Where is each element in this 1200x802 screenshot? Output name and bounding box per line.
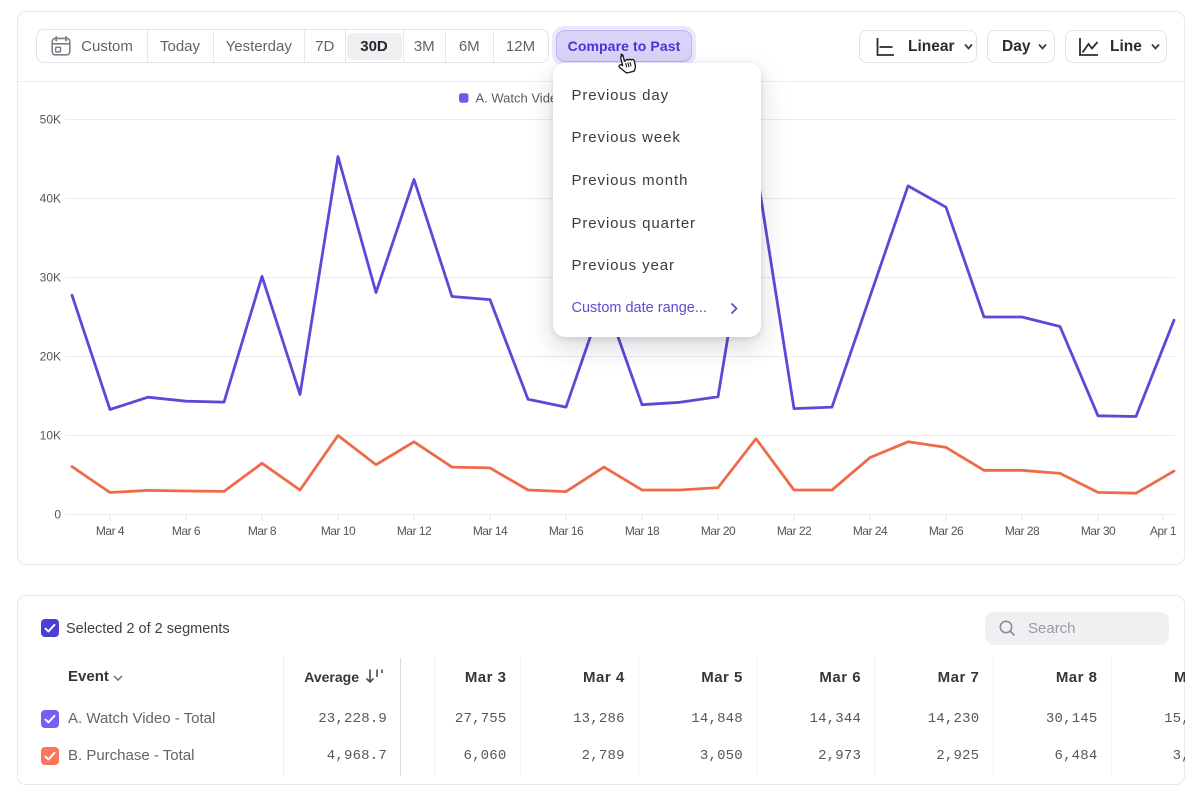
svg-text:0: 0	[54, 508, 61, 522]
svg-text:40K: 40K	[40, 192, 61, 206]
svg-text:Mar 16: Mar 16	[549, 524, 584, 538]
svg-text:Mar 22: Mar 22	[777, 524, 812, 538]
svg-text:Mar 10: Mar 10	[321, 524, 356, 538]
svg-text:Mar 24: Mar 24	[853, 524, 888, 538]
svg-text:Apr 1: Apr 1	[1150, 524, 1177, 538]
svg-text:Mar 20: Mar 20	[701, 524, 736, 538]
svg-text:Mar 30: Mar 30	[1081, 524, 1116, 538]
svg-text:Mar 8: Mar 8	[248, 524, 277, 538]
svg-text:Mar 26: Mar 26	[929, 524, 964, 538]
svg-text:Mar 28: Mar 28	[1005, 524, 1040, 538]
svg-text:50K: 50K	[40, 113, 61, 127]
svg-text:Mar 4: Mar 4	[96, 524, 125, 538]
svg-text:20K: 20K	[40, 350, 61, 364]
svg-text:Mar 12: Mar 12	[397, 524, 432, 538]
svg-text:Mar 6: Mar 6	[172, 524, 201, 538]
svg-text:30K: 30K	[40, 271, 61, 285]
svg-text:10K: 10K	[40, 429, 61, 443]
svg-text:Mar 14: Mar 14	[473, 524, 508, 538]
svg-text:Mar 18: Mar 18	[625, 524, 660, 538]
